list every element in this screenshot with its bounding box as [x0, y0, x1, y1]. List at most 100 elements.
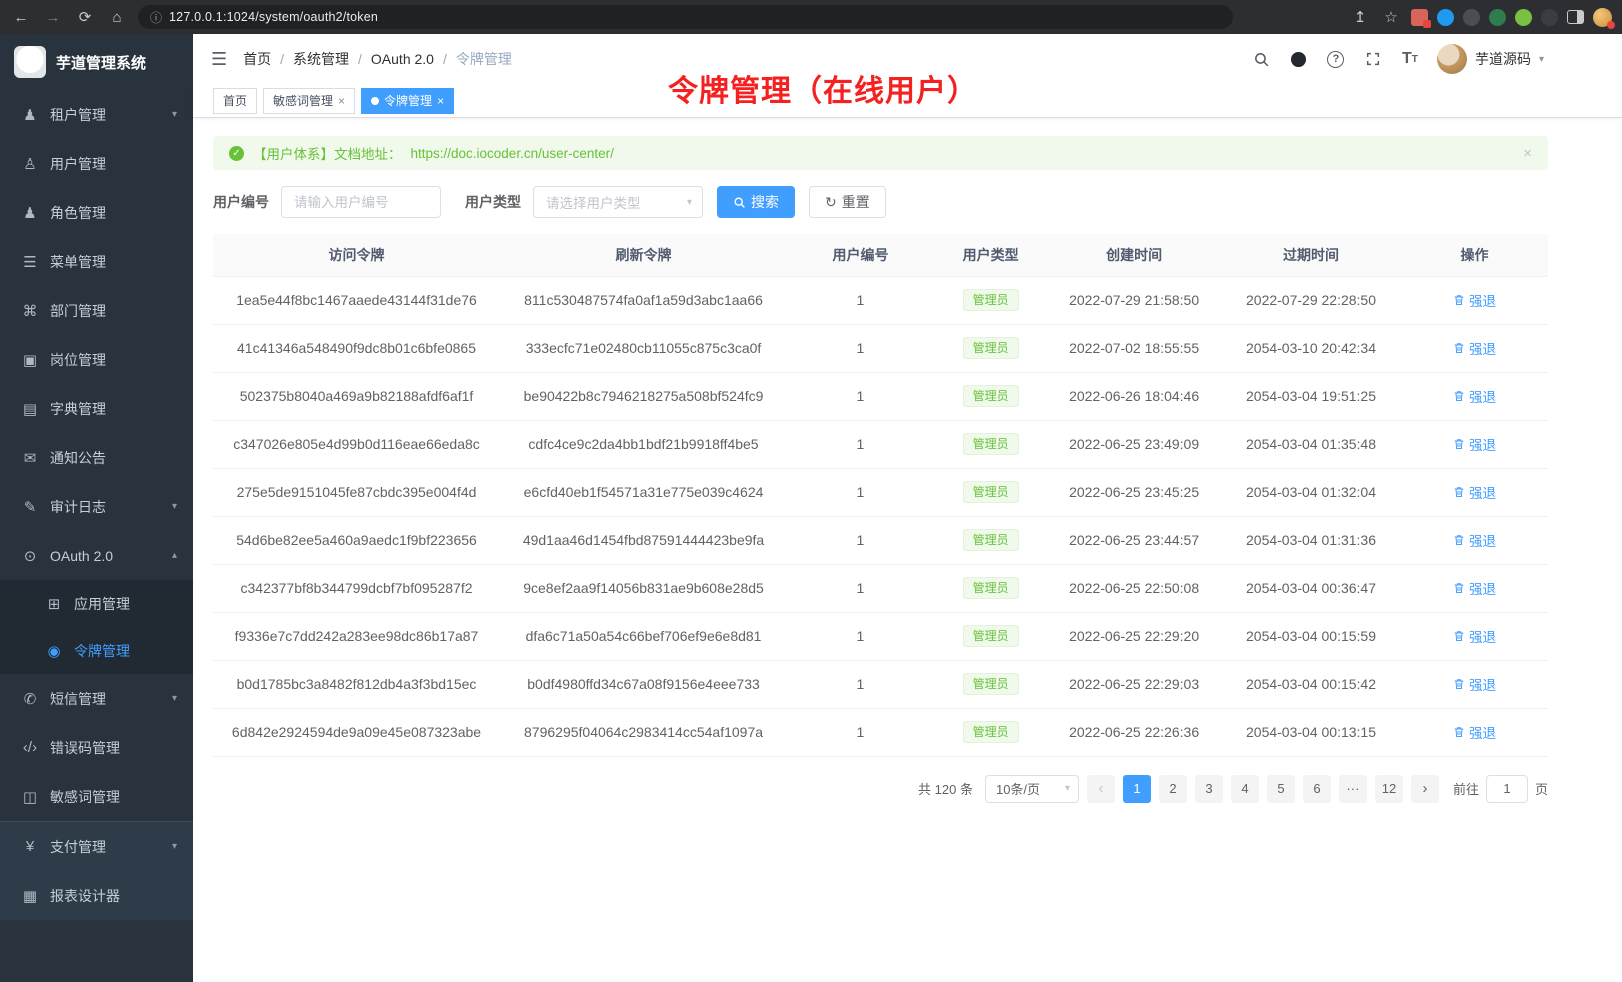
sidebar-item-sensitive-word[interactable]: ◫ 敏感词管理 — [0, 772, 193, 821]
sidebar-item-post[interactable]: ▣ 岗位管理 — [0, 335, 193, 384]
user-id-input[interactable] — [281, 186, 441, 218]
cell-access-token: 41c41346a548490f9dc8b01c6bfe0865 — [213, 324, 500, 372]
cell-actions: 强退 — [1401, 420, 1548, 468]
user-menu[interactable]: 芋道源码 ▾ — [1437, 44, 1544, 74]
cell-create-time: 2022-06-25 22:29:03 — [1047, 660, 1221, 708]
extension-icon[interactable] — [1437, 9, 1454, 26]
bookmark-star-icon[interactable]: ☆ — [1380, 8, 1402, 26]
page-button-3[interactable]: 3 — [1195, 775, 1223, 803]
reset-button[interactable]: ↻ 重置 — [809, 186, 886, 218]
browser-profile-avatar[interactable] — [1593, 8, 1612, 27]
help-icon[interactable]: ? — [1326, 49, 1346, 69]
force-logout-button[interactable]: 强退 — [1453, 626, 1496, 646]
page-button-5[interactable]: 5 — [1267, 775, 1295, 803]
cell-refresh-token: dfa6c71a50a54c66bef706ef9e6e8d81 — [500, 612, 787, 660]
home-icon[interactable]: ⌂ — [106, 9, 128, 26]
extension-icon[interactable] — [1463, 9, 1480, 26]
sidebar-item-audit-log[interactable]: ✎ 审计日志 ▾ — [0, 482, 193, 531]
prev-page-button[interactable]: ‹ — [1087, 775, 1115, 803]
extension-icon[interactable] — [1515, 9, 1532, 26]
sidebar-item-tenant[interactable]: ♟ 租户管理 ▾ — [0, 90, 193, 139]
goto-page-input[interactable] — [1486, 775, 1528, 803]
page-button-6[interactable]: 6 — [1303, 775, 1331, 803]
search-button[interactable]: 搜索 — [717, 186, 795, 218]
force-logout-button[interactable]: 强退 — [1453, 386, 1496, 406]
close-icon[interactable]: × — [338, 94, 345, 108]
goto-suffix: 页 — [1535, 779, 1548, 798]
force-logout-button[interactable]: 强退 — [1453, 578, 1496, 598]
page-button-12[interactable]: 12 — [1375, 775, 1403, 803]
sidebar-item-department[interactable]: ⌘ 部门管理 — [0, 286, 193, 335]
breadcrumb-home[interactable]: 首页 — [243, 49, 271, 69]
extension-icon[interactable] — [1411, 9, 1428, 26]
extension-icon[interactable] — [1489, 9, 1506, 26]
share-icon[interactable]: ↥ — [1349, 8, 1371, 26]
app-logo[interactable]: 芋道管理系统 — [0, 34, 193, 90]
breadcrumb-system[interactable]: 系统管理 — [293, 49, 349, 69]
page-button-1[interactable]: 1 — [1123, 775, 1151, 803]
sidebar-toggle-icon[interactable]: ☰ — [211, 49, 227, 70]
sidebar-item-sms[interactable]: ✆ 短信管理 ▾ — [0, 674, 193, 723]
user-type-select[interactable]: 请选择用户类型 ▾ — [533, 186, 703, 218]
force-logout-button[interactable]: 强退 — [1453, 338, 1496, 358]
alert-close-icon[interactable]: × — [1523, 145, 1532, 162]
sidebar-item-report-designer[interactable]: ▦ 报表设计器 — [0, 871, 193, 920]
sidebar-item-role[interactable]: ♟ 角色管理 — [0, 188, 193, 237]
sidebar-item-notice[interactable]: ✉ 通知公告 — [0, 433, 193, 482]
user-type-label: 用户类型 — [465, 192, 521, 212]
doc-link[interactable]: https://doc.iocoder.cn/user-center/ — [411, 146, 614, 161]
fullscreen-icon[interactable] — [1363, 49, 1383, 69]
user-type-badge: 管理员 — [963, 577, 1019, 599]
reload-icon[interactable]: ⟳ — [74, 8, 96, 26]
next-page-button[interactable]: › — [1411, 775, 1439, 803]
cell-access-token: 54d6be82ee5a460a9aedc1f9bf223656 — [213, 516, 500, 564]
page-button-4[interactable]: 4 — [1231, 775, 1259, 803]
sidebar-item-dictionary[interactable]: ▤ 字典管理 — [0, 384, 193, 433]
sidebar-item-oauth-application[interactable]: ⊞ 应用管理 — [0, 580, 193, 627]
force-logout-button[interactable]: 强退 — [1453, 482, 1496, 502]
user-type-badge: 管理员 — [963, 529, 1019, 551]
force-logout-button[interactable]: 强退 — [1453, 434, 1496, 454]
sidebar-item-payment[interactable]: ¥ 支付管理 ▾ — [0, 822, 193, 871]
user-type-badge: 管理员 — [963, 433, 1019, 455]
chevron-down-icon: ▾ — [172, 501, 177, 512]
cell-expire-time: 2054-03-04 01:35:48 — [1221, 420, 1401, 468]
site-info-icon[interactable]: ⓘ — [150, 9, 162, 26]
chevron-down-icon: ▾ — [172, 841, 177, 852]
force-logout-button[interactable]: 强退 — [1453, 674, 1496, 694]
chevron-up-icon: ▴ — [172, 550, 177, 561]
sidebar-item-oauth-token[interactable]: ◉ 令牌管理 — [0, 627, 193, 674]
more-pages-button[interactable]: ··· — [1339, 775, 1367, 803]
url-bar[interactable]: ⓘ 127.0.0.1:1024/system/oauth2/token — [138, 5, 1233, 29]
forward-icon[interactable]: → — [42, 9, 64, 26]
cell-user-type: 管理员 — [934, 660, 1047, 708]
sidebar-item-menu[interactable]: ☰ 菜单管理 — [0, 237, 193, 286]
font-size-icon[interactable]: TT — [1400, 49, 1420, 69]
tab-sensitive-word[interactable]: 敏感词管理 × — [263, 88, 355, 114]
side-panel-icon[interactable] — [1567, 10, 1584, 24]
url-text: 127.0.0.1:1024/system/oauth2/token — [169, 10, 378, 24]
user-type-badge: 管理员 — [963, 337, 1019, 359]
github-icon[interactable] — [1289, 49, 1309, 69]
search-icon[interactable] — [1252, 49, 1272, 69]
sidebar-item-error-code[interactable]: ‹/› 错误码管理 — [0, 723, 193, 772]
back-icon[interactable]: ← — [10, 9, 32, 26]
dictionary-icon: ▤ — [20, 400, 40, 418]
tab-home[interactable]: 首页 — [213, 88, 257, 114]
close-icon[interactable]: × — [437, 94, 444, 108]
force-logout-button[interactable]: 强退 — [1453, 722, 1496, 742]
tab-token[interactable]: 令牌管理 × — [361, 88, 454, 114]
page-button-2[interactable]: 2 — [1159, 775, 1187, 803]
sidebar: 芋道管理系统 ♟ 租户管理 ▾ ♙ 用户管理 ♟ 角色管理 ☰ 菜单管理 ⌘ — [0, 34, 193, 982]
page-size-select[interactable]: 10条/页 ▾ — [985, 775, 1079, 803]
force-logout-button[interactable]: 强退 — [1453, 290, 1496, 310]
pagination: 共 120 条 10条/页 ▾ ‹ 1 2 3 4 5 6 ··· 12 › 前… — [213, 775, 1548, 803]
chevron-down-icon: ▾ — [172, 693, 177, 704]
breadcrumb-oauth[interactable]: OAuth 2.0 — [371, 51, 434, 67]
sms-icon: ✆ — [20, 690, 40, 708]
force-logout-button[interactable]: 强退 — [1453, 530, 1496, 550]
extension-icon[interactable] — [1541, 9, 1558, 26]
cell-refresh-token: 9ce8ef2aa9f14056b831ae9b608e28d5 — [500, 564, 787, 612]
sidebar-item-oauth[interactable]: ⊙ OAuth 2.0 ▴ — [0, 531, 193, 580]
sidebar-item-user[interactable]: ♙ 用户管理 — [0, 139, 193, 188]
